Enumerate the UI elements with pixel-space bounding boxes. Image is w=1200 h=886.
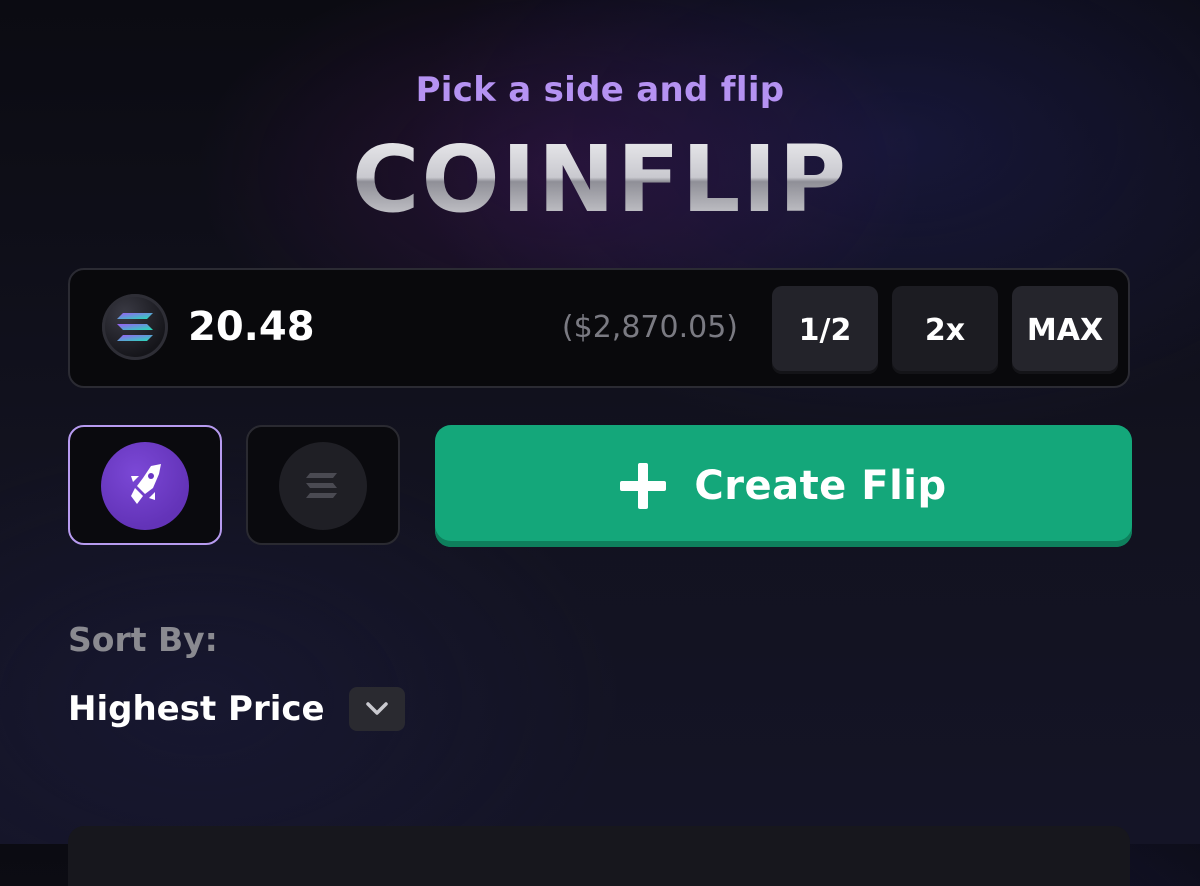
sort-by-label: Sort By: (68, 620, 218, 659)
half-bet-button[interactable]: 1/2 (772, 286, 878, 374)
create-flip-label: Create Flip (694, 463, 947, 509)
bet-amount-input[interactable] (188, 304, 388, 350)
rocket-coin-icon (101, 442, 189, 530)
chevron-down-icon[interactable] (348, 687, 405, 731)
page-title: COINFLIP (0, 126, 1200, 233)
side-a-button[interactable] (68, 425, 222, 545)
bet-usd-value: ($2,870.05) (561, 310, 738, 345)
page-subtitle: Pick a side and flip (415, 70, 785, 110)
flip-list-card (68, 826, 1130, 886)
bet-amount-bar: ($2,870.05) 1/2 2x MAX (68, 268, 1130, 388)
plus-icon (620, 463, 667, 509)
create-flip-button[interactable]: Create Flip (435, 425, 1132, 547)
double-bet-button[interactable]: 2x (892, 286, 998, 374)
solana-coin-icon (102, 294, 168, 360)
solana-coin-icon (279, 442, 367, 530)
sort-selected-value: Highest Price (68, 689, 325, 729)
side-b-button[interactable] (246, 425, 400, 545)
max-bet-button[interactable]: MAX (1012, 286, 1118, 374)
sort-dropdown[interactable]: Highest Price (68, 686, 405, 732)
